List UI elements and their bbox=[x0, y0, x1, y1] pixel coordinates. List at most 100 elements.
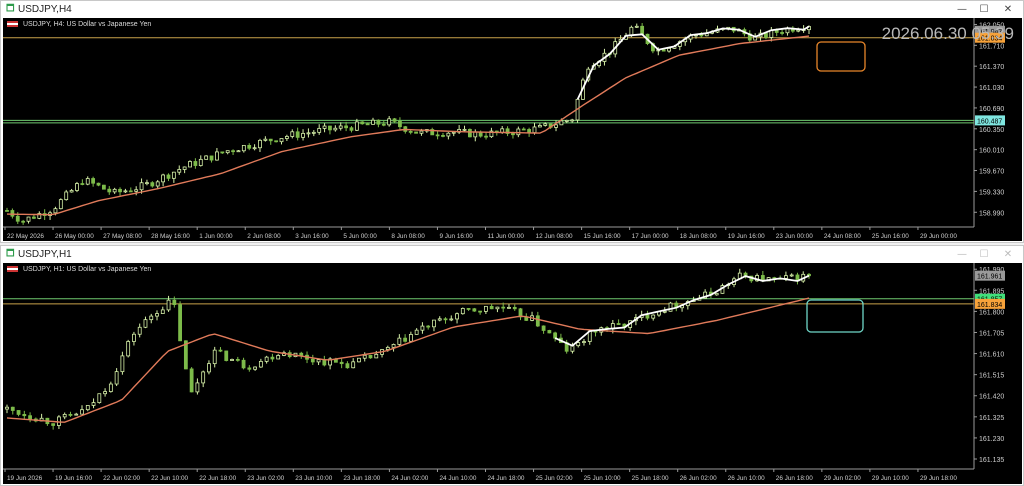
candle-body bbox=[455, 313, 459, 320]
candle-body bbox=[316, 359, 321, 363]
candle-body bbox=[699, 34, 704, 37]
x-tick-label: 24 Jun 10:00 bbox=[439, 475, 476, 482]
annotation-rectangle bbox=[806, 299, 864, 333]
candle-body bbox=[437, 318, 442, 321]
candlestick-chart-h4[interactable]: 162.050161.710161.370161.030160.690160.3… bbox=[3, 18, 1022, 241]
candle-body bbox=[171, 171, 176, 179]
candle-body bbox=[362, 354, 367, 359]
candle-body bbox=[247, 144, 252, 149]
minimize-button[interactable]: — bbox=[951, 247, 973, 262]
candle-body bbox=[339, 361, 344, 365]
candle-body bbox=[58, 199, 63, 210]
candle-body bbox=[57, 416, 61, 426]
candle-body bbox=[420, 325, 425, 331]
candle-body bbox=[143, 319, 148, 328]
candle-body bbox=[155, 313, 159, 317]
candle-body bbox=[472, 308, 477, 312]
close-button[interactable]: ✕ bbox=[997, 2, 1019, 17]
candle-body bbox=[460, 308, 465, 315]
x-tick-label: 11 Jun 00:00 bbox=[488, 233, 525, 240]
y-tick-label: 161.230 bbox=[979, 436, 1004, 443]
candle-body bbox=[134, 189, 139, 192]
candles bbox=[5, 268, 811, 430]
candle-body bbox=[714, 292, 719, 296]
candle-body bbox=[344, 125, 349, 129]
window-title-h4: USDJPY,H4 bbox=[18, 4, 72, 15]
candle-body bbox=[112, 188, 117, 193]
candle-body bbox=[576, 342, 581, 347]
candle-body bbox=[582, 341, 586, 343]
candle-body bbox=[511, 133, 515, 136]
candle-body bbox=[258, 139, 262, 149]
candle-body bbox=[392, 118, 397, 122]
candle-body bbox=[139, 182, 144, 191]
candle-body bbox=[91, 178, 96, 184]
y-tick-label: 161.370 bbox=[979, 64, 1004, 71]
candle-body bbox=[651, 314, 656, 319]
candle-body bbox=[21, 220, 26, 223]
candle-body bbox=[495, 306, 500, 310]
x-tick-label: 18 Jun 08:00 bbox=[680, 233, 717, 240]
candle-body bbox=[85, 405, 90, 411]
moving-average-line bbox=[6, 35, 810, 216]
candle-body bbox=[462, 128, 467, 131]
candle-body bbox=[419, 130, 424, 134]
y-tick-label: 161.710 bbox=[979, 43, 1004, 50]
candle-body bbox=[501, 306, 506, 309]
chart-area-h4[interactable]: USDJPY, H4: US Dollar vs Japanese Yen 20… bbox=[3, 18, 1022, 241]
x-tick-label: 26 Jun 02:00 bbox=[680, 475, 717, 482]
candle-body bbox=[449, 318, 454, 321]
candle-body bbox=[385, 346, 390, 350]
candle-body bbox=[467, 128, 472, 138]
candle-body bbox=[466, 308, 471, 310]
candle-body bbox=[215, 151, 219, 161]
candle-body bbox=[354, 121, 359, 131]
candle-body bbox=[236, 150, 241, 153]
candle-body bbox=[114, 371, 119, 385]
y-tick-label: 160.010 bbox=[979, 148, 1004, 155]
candlestick-chart-h1[interactable]: 161.990161.895161.800161.705161.610161.5… bbox=[3, 263, 1022, 484]
chart-window-h1[interactable]: 🗖 USDJPY,H1 — ☐ ✕ USDJPY, H1: US Dollar … bbox=[0, 245, 1024, 486]
x-tick-label: 25 Jun 18:00 bbox=[632, 475, 669, 482]
candle-body bbox=[188, 161, 192, 168]
maximize-button[interactable]: ☐ bbox=[973, 247, 995, 262]
candle-body bbox=[150, 182, 155, 187]
candle-body bbox=[132, 333, 136, 342]
x-tick-label: 26 Jun 10:00 bbox=[728, 475, 765, 482]
chart-window-h4[interactable]: 🗖 USDJPY,H4 — ☐ ✕ USDJPY, H4: US Dollar … bbox=[0, 0, 1024, 243]
minimize-button[interactable]: — bbox=[951, 2, 973, 17]
x-tick-label: 22 May 2026 bbox=[7, 233, 44, 240]
candle-body bbox=[178, 304, 182, 342]
candle-body bbox=[123, 190, 128, 193]
x-tick-label: 15 Jun 16:00 bbox=[584, 233, 621, 240]
candle-body bbox=[616, 323, 621, 325]
candle-body bbox=[91, 402, 96, 406]
window-titlebar-h1[interactable]: 🗖 USDJPY,H1 — ☐ ✕ bbox=[1, 246, 1023, 263]
x-tick-label: 12 Jun 08:00 bbox=[536, 233, 573, 240]
candle-body bbox=[365, 123, 370, 126]
candle-body bbox=[387, 118, 392, 126]
candle-body bbox=[360, 121, 365, 125]
candle-body bbox=[182, 166, 187, 170]
candle-body bbox=[166, 299, 171, 311]
candle-body bbox=[537, 125, 542, 128]
y-tick-label: 161.325 bbox=[979, 415, 1004, 422]
price-badge-label: 161.834 bbox=[977, 302, 1002, 309]
x-tick-label: 25 Jun 10:00 bbox=[584, 475, 621, 482]
symbol-label-text: USDJPY, H1: US Dollar vs Japanese Yen bbox=[23, 266, 152, 273]
candle-body bbox=[398, 120, 402, 128]
candle-body bbox=[96, 182, 101, 186]
candle-body bbox=[381, 123, 386, 126]
symbol-label-h4: USDJPY, H4: US Dollar vs Japanese Yen bbox=[7, 20, 151, 29]
candle-body bbox=[5, 210, 9, 212]
window-title-h1: USDJPY,H1 bbox=[18, 249, 72, 260]
y-tick-label: 161.610 bbox=[979, 352, 1004, 359]
candle-body bbox=[451, 131, 456, 134]
chart-area-h1[interactable]: USDJPY, H1: US Dollar vs Japanese Yen 16… bbox=[3, 263, 1022, 484]
close-button[interactable]: ✕ bbox=[997, 247, 1019, 262]
window-titlebar-h4[interactable]: 🗖 USDJPY,H4 — ☐ ✕ bbox=[1, 1, 1023, 18]
candle-body bbox=[16, 410, 21, 415]
x-tick-label: 23 Jun 18:00 bbox=[343, 475, 380, 482]
maximize-button[interactable]: ☐ bbox=[973, 2, 995, 17]
candle-body bbox=[53, 208, 58, 214]
